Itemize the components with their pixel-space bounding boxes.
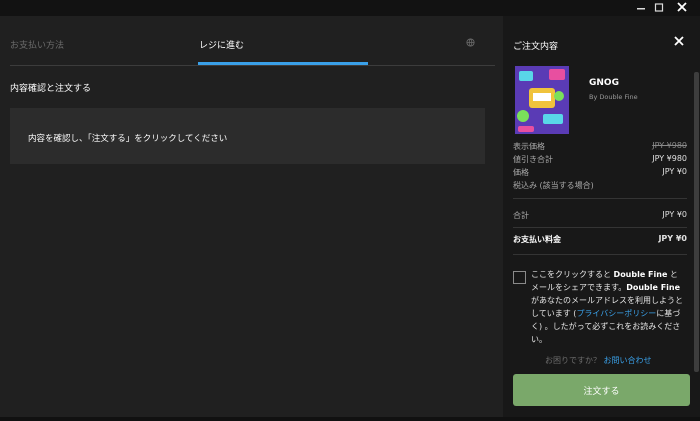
tab-divider <box>10 65 495 66</box>
share-email-text: ここをクリックすると Double Fine と メールをシェアできます。Dou… <box>531 268 683 346</box>
subtotal-value: JPY ¥0 <box>662 210 687 219</box>
place-order-button[interactable]: 注文する <box>513 374 690 406</box>
close-icon[interactable] <box>671 0 693 16</box>
privacy-policy-link[interactable]: プライバシーポリシー <box>576 309 656 318</box>
price-row: 価格 JPY ¥0 <box>513 167 687 178</box>
panel-scrollbar[interactable] <box>694 72 699 372</box>
tab-payment-method[interactable]: お支払い方法 <box>10 38 64 51</box>
total-divider <box>513 227 687 228</box>
subtotal-label: 合計 <box>513 211 529 220</box>
close-panel-icon[interactable] <box>674 35 684 50</box>
share-text-part1: ここをクリックすると <box>531 270 614 279</box>
display-price-row: 表示価格 JPY ¥980 <box>513 141 687 152</box>
help-line: お困りですか？ お問い合わせ <box>545 355 652 366</box>
tab-checkout[interactable]: レジに進む <box>199 38 244 51</box>
game-publisher: By Double Fine <box>589 93 638 101</box>
title-bar <box>0 0 700 16</box>
bottom-bar <box>0 417 700 421</box>
checkout-tabs: お支払い方法 レジに進む <box>0 16 495 66</box>
tax-label: 税込み (該当する場合) <box>513 181 594 190</box>
share-email-checkbox[interactable] <box>513 271 526 284</box>
display-price-value: JPY ¥980 <box>652 141 687 150</box>
total-row: お支払い料金 JPY ¥0 <box>513 234 687 245</box>
discount-value: JPY ¥980 <box>652 154 687 163</box>
checkout-main-panel: お支払い方法 レジに進む 内容確認と注文する 内容を確認し、「注文する」をクリッ… <box>0 16 503 417</box>
game-title: GNOG <box>589 78 619 88</box>
total-value: JPY ¥0 <box>658 234 687 243</box>
share-divider <box>513 254 687 255</box>
order-summary-panel: ご注文内容 GNOG By Double Fine 表示価格 JPY ¥980 … <box>503 16 700 417</box>
discount-row: 値引き合計 JPY ¥980 <box>513 154 687 165</box>
share-company-name-2: Double Fine <box>626 283 681 292</box>
confirmation-box: 内容を確認し、「注文する」をクリックしてください <box>10 108 485 164</box>
order-summary-title: ご注文内容 <box>513 42 559 52</box>
tax-row: 税込み (該当する場合) <box>513 180 687 191</box>
total-label: お支払い料金 <box>513 235 561 244</box>
help-text: お困りですか？ <box>545 356 601 365</box>
display-price-label: 表示価格 <box>513 142 545 151</box>
price-value: JPY ¥0 <box>662 167 687 176</box>
game-thumbnail <box>515 66 569 134</box>
confirmation-instruction: 内容を確認し、「注文する」をクリックしてください <box>28 134 228 144</box>
subtotal-row: 合計 JPY ¥0 <box>513 210 687 221</box>
share-company-name: Double Fine <box>613 270 668 279</box>
summary-divider <box>513 198 687 199</box>
price-label: 価格 <box>513 168 529 177</box>
discount-label: 値引き合計 <box>513 155 553 164</box>
active-tab-indicator <box>198 62 368 65</box>
section-title: 内容確認と注文する <box>10 84 92 94</box>
contact-link[interactable]: お問い合わせ <box>604 356 652 365</box>
maximize-icon[interactable] <box>648 0 670 16</box>
globe-icon <box>466 38 476 48</box>
